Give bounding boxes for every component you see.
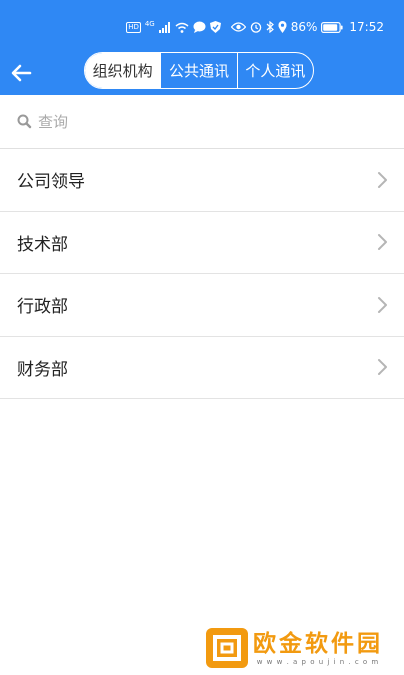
list-item-label: 财务部 — [17, 359, 68, 380]
tab-public-contacts[interactable]: 公共通讯 — [160, 53, 236, 88]
list-item-finance-dept[interactable]: 财务部 — [0, 337, 404, 399]
search-icon — [17, 114, 32, 128]
watermark-logo — [206, 628, 248, 668]
chevron-right-icon — [378, 171, 387, 188]
clock-time: 17:52 — [349, 20, 384, 34]
status-icons: HD 4G 86% 17:52 — [126, 19, 384, 35]
list-item-label: 行政部 — [17, 297, 68, 318]
chevron-right-icon — [378, 234, 387, 251]
status-bar: HD 4G 86% 17:52 — [0, 0, 404, 52]
eye-icon — [230, 22, 246, 32]
nav-bar: 组织机构 公共通讯 个人通讯 — [0, 52, 404, 95]
list-item-tech-dept[interactable]: 技术部 — [0, 212, 404, 274]
location-icon — [278, 21, 287, 33]
watermark-url: w w w . a p o u j i n . c o m — [256, 658, 380, 666]
battery-icon — [321, 21, 344, 33]
list-item-admin-dept[interactable]: 行政部 — [0, 274, 404, 337]
hd-icon: HD — [126, 21, 141, 33]
signal-icon — [158, 21, 170, 33]
search-input[interactable] — [38, 112, 358, 131]
list-item-label: 技术部 — [17, 234, 68, 255]
list-item-label: 公司领导 — [17, 172, 85, 193]
wifi-icon — [175, 22, 189, 33]
battery-percent: 86% — [290, 20, 318, 34]
watermark-title: 欧金软件园 — [253, 631, 383, 657]
shield-icon — [209, 21, 221, 33]
department-list: 公司领导 技术部 行政部 财务部 — [0, 149, 404, 399]
segmented-tabs: 组织机构 公共通讯 个人通讯 — [84, 52, 314, 89]
watermark: 欧金软件园 w w w . a p o u j i n . c o m — [205, 627, 400, 669]
back-arrow-icon[interactable] — [4, 56, 38, 90]
alarm-icon — [250, 22, 261, 33]
chevron-right-icon — [378, 359, 387, 376]
list-item-company-leaders[interactable]: 公司领导 — [0, 149, 404, 212]
tab-organization[interactable]: 组织机构 — [85, 53, 161, 88]
chevron-right-icon — [378, 296, 387, 313]
bluetooth-icon — [266, 21, 274, 33]
tab-personal-contacts[interactable]: 个人通讯 — [236, 53, 313, 88]
network-type: 4G — [144, 20, 155, 28]
watermark-text: 欧金软件园 w w w . a p o u j i n . c o m — [253, 630, 383, 666]
message-icon — [193, 21, 206, 33]
search-bar — [0, 95, 404, 149]
